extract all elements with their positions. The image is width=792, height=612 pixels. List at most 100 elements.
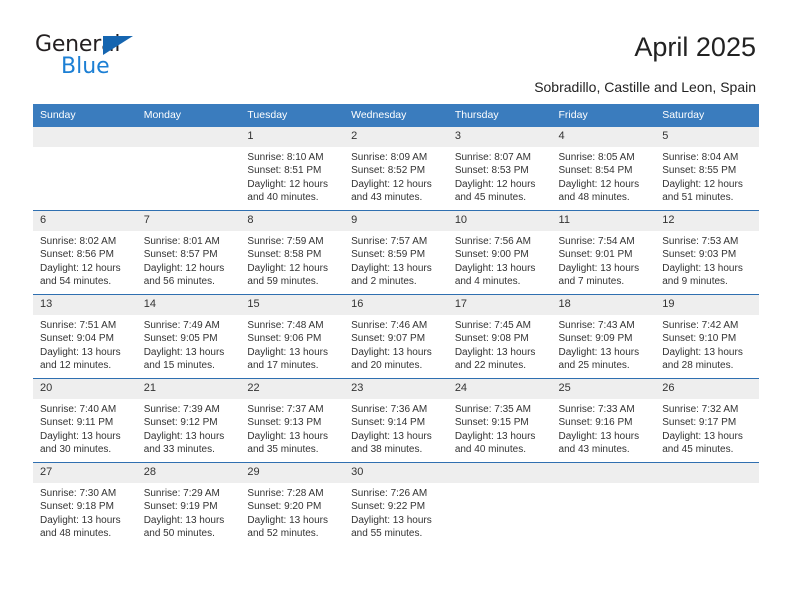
calendar-day-cell[interactable]: 14 Sunrise: 7:49 AM Sunset: 9:05 PM Dayligh… (136, 294, 241, 379)
daylight-duration-line2: and 9 minutes. (662, 276, 728, 288)
calendar-day-cell[interactable]: 27 Sunrise: 7:30 AM Sunset: 9:18 PM Dayligh… (33, 462, 137, 546)
daylight-duration-line1: Daylight: 13 hours (247, 514, 329, 526)
daylight-duration-line2: and 55 minutes. (351, 528, 423, 540)
daylight-duration-line2: and 54 minutes. (40, 276, 112, 288)
calendar-week-row: 20 Sunrise: 7:40 AM Sunset: 9:11 PM Dayligh… (33, 378, 759, 463)
daylight-duration-line2: and 30 minutes. (40, 444, 112, 456)
sunrise-time: Sunrise: 7:29 AM (143, 488, 220, 499)
day-details: Sunrise: 7:35 AM Sunset: 9:15 PM Daylight:… (448, 399, 552, 457)
daylight-duration-line2: and 15 minutes. (143, 360, 215, 372)
sunset-time: Sunset: 9:00 PM (454, 249, 529, 261)
sunset-time: Sunset: 9:13 PM (247, 417, 322, 429)
day-details: Sunrise: 8:01 AM Sunset: 8:57 PM Daylight:… (137, 231, 241, 289)
daylight-duration-line1: Daylight: 12 hours (558, 178, 640, 190)
daylight-duration-line2: and 50 minutes. (143, 528, 215, 540)
calendar-day-cell[interactable]: 8 Sunrise: 7:59 AM Sunset: 8:58 PM Daylight… (240, 210, 345, 295)
calendar-day-cell[interactable]: 2 Sunrise: 8:09 AM Sunset: 8:52 PM Daylight… (344, 127, 448, 211)
day-number: 14 (136, 295, 241, 315)
sunrise-time: Sunrise: 7:45 AM (454, 320, 531, 331)
calendar-day-cell[interactable]: 7 Sunrise: 8:01 AM Sunset: 8:57 PM Daylight… (136, 210, 241, 295)
calendar-day-cell[interactable]: 5 Sunrise: 8:04 AM Sunset: 8:55 PM Daylight… (655, 127, 759, 211)
calendar-day-cell[interactable]: 22 Sunrise: 7:37 AM Sunset: 9:13 PM Dayligh… (240, 378, 345, 463)
calendar-day-cell[interactable]: 20 Sunrise: 7:40 AM Sunset: 9:11 PM Dayligh… (33, 378, 137, 463)
day-details: Sunrise: 7:45 AM Sunset: 9:08 PM Daylight:… (448, 315, 552, 373)
sunset-time: Sunset: 9:09 PM (558, 333, 633, 345)
calendar-day-cell[interactable]: 24 Sunrise: 7:35 AM Sunset: 9:15 PM Dayligh… (447, 378, 552, 463)
calendar-day-cell[interactable]: 29 Sunrise: 7:28 AM Sunset: 9:20 PM Dayligh… (240, 462, 345, 546)
day-number: 20 (33, 379, 137, 399)
sunrise-time: Sunrise: 7:48 AM (247, 320, 324, 331)
daylight-duration-line2: and 59 minutes. (247, 276, 319, 288)
calendar-day-cell[interactable]: 3 Sunrise: 8:07 AM Sunset: 8:53 PM Daylight… (447, 127, 552, 211)
calendar-day-cell[interactable]: 25 Sunrise: 7:33 AM Sunset: 9:16 PM Dayligh… (551, 378, 656, 463)
sunrise-time: Sunrise: 7:40 AM (40, 404, 117, 415)
day-details: Sunrise: 7:43 AM Sunset: 9:09 PM Daylight:… (552, 315, 656, 373)
sunrise-time: Sunrise: 7:30 AM (40, 488, 117, 499)
calendar-day-cell[interactable]: 19 Sunrise: 7:42 AM Sunset: 9:10 PM Dayligh… (655, 294, 759, 379)
daylight-duration-line1: Daylight: 13 hours (351, 430, 432, 442)
sunrise-time: Sunrise: 7:54 AM (558, 236, 635, 247)
calendar-day-cell[interactable]: 17 Sunrise: 7:45 AM Sunset: 9:08 PM Dayligh… (447, 294, 552, 379)
daylight-duration-line2: and 40 minutes. (454, 444, 526, 456)
sunrise-time: Sunrise: 7:53 AM (662, 236, 739, 247)
day-number: 11 (551, 211, 656, 231)
calendar-day-cell[interactable]: 16 Sunrise: 7:46 AM Sunset: 9:07 PM Dayligh… (344, 294, 448, 379)
day-details: Sunrise: 7:42 AM Sunset: 9:10 PM Daylight:… (655, 315, 759, 373)
day-number: 28 (136, 463, 241, 483)
day-details: Sunrise: 7:53 AM Sunset: 9:03 PM Daylight:… (655, 231, 759, 289)
sunrise-time: Sunrise: 8:01 AM (143, 236, 220, 247)
daylight-duration-line1: Daylight: 13 hours (247, 430, 329, 442)
calendar-day-cell[interactable]: 11 Sunrise: 7:54 AM Sunset: 9:01 PM Dayligh… (551, 210, 656, 295)
sunrise-time: Sunrise: 7:59 AM (247, 236, 324, 247)
daylight-duration-line1: Daylight: 12 hours (247, 262, 329, 274)
weekday-header-wednesday: Wednesday (344, 104, 448, 127)
sunset-time: Sunset: 9:07 PM (351, 333, 426, 345)
daylight-duration-line2: and 22 minutes. (454, 360, 526, 372)
day-details: Sunrise: 7:59 AM Sunset: 8:58 PM Daylight:… (240, 231, 344, 289)
sunrise-time: Sunrise: 7:46 AM (351, 320, 428, 331)
daylight-duration-line1: Daylight: 13 hours (662, 430, 743, 442)
generalblue-logo[interactable]: General Blue (35, 32, 215, 86)
day-number: 12 (655, 211, 759, 231)
day-details: Sunrise: 7:51 AM Sunset: 9:04 PM Daylight:… (33, 315, 137, 373)
calendar-day-cell[interactable]: 13 Sunrise: 7:51 AM Sunset: 9:04 PM Dayligh… (33, 294, 137, 379)
daylight-duration-line1: Daylight: 12 hours (662, 178, 743, 190)
calendar-day-cell[interactable]: 21 Sunrise: 7:39 AM Sunset: 9:12 PM Dayligh… (136, 378, 241, 463)
calendar-week-row: 1 Sunrise: 8:10 AM Sunset: 8:51 PM Daylight… (33, 127, 759, 211)
day-number: 2 (344, 127, 448, 147)
calendar-day-cell[interactable]: 23 Sunrise: 7:36 AM Sunset: 9:14 PM Dayligh… (344, 378, 448, 463)
day-number (551, 463, 656, 483)
sunset-time: Sunset: 9:08 PM (454, 333, 529, 345)
sunrise-time: Sunrise: 7:42 AM (662, 320, 739, 331)
calendar-day-cell[interactable]: 1 Sunrise: 8:10 AM Sunset: 8:51 PM Daylight… (240, 127, 345, 211)
weekday-header-thursday: Thursday (447, 104, 552, 127)
day-details: Sunrise: 7:57 AM Sunset: 8:59 PM Daylight:… (344, 231, 448, 289)
daylight-duration-line1: Daylight: 13 hours (143, 430, 225, 442)
day-details: Sunrise: 8:04 AM Sunset: 8:55 PM Daylight:… (655, 147, 759, 205)
calendar-day-cell[interactable]: 15 Sunrise: 7:48 AM Sunset: 9:06 PM Dayligh… (240, 294, 345, 379)
weekday-header-row: Sunday Monday Tuesday Wednesday Thursday… (33, 104, 759, 127)
calendar-day-cell[interactable]: 18 Sunrise: 7:43 AM Sunset: 9:09 PM Dayligh… (551, 294, 656, 379)
sunrise-time: Sunrise: 7:35 AM (454, 404, 531, 415)
calendar-day-cell[interactable]: 12 Sunrise: 7:53 AM Sunset: 9:03 PM Dayligh… (655, 210, 759, 295)
sunset-time: Sunset: 9:05 PM (143, 333, 218, 345)
calendar-day-cell[interactable]: 4 Sunrise: 8:05 AM Sunset: 8:54 PM Daylight… (551, 127, 656, 211)
day-number: 8 (240, 211, 345, 231)
daylight-duration-line1: Daylight: 13 hours (351, 346, 432, 358)
calendar-day-cell[interactable]: 9 Sunrise: 7:57 AM Sunset: 8:59 PM Daylight… (344, 210, 448, 295)
sunset-time: Sunset: 8:51 PM (247, 165, 322, 177)
calendar-day-cell[interactable]: 6 Sunrise: 8:02 AM Sunset: 8:56 PM Daylight… (33, 210, 137, 295)
calendar-day-cell[interactable]: 26 Sunrise: 7:32 AM Sunset: 9:17 PM Dayligh… (655, 378, 759, 463)
day-number: 27 (33, 463, 137, 483)
sunrise-time: Sunrise: 7:51 AM (40, 320, 117, 331)
calendar-day-cell[interactable]: 28 Sunrise: 7:29 AM Sunset: 9:19 PM Dayligh… (136, 462, 241, 546)
daylight-duration-line1: Daylight: 13 hours (558, 262, 640, 274)
page-header: General Blue April 2025 Sobradillo, Cast… (0, 0, 792, 100)
calendar-day-cell[interactable]: 10 Sunrise: 7:56 AM Sunset: 9:00 PM Dayligh… (447, 210, 552, 295)
daylight-duration-line2: and 28 minutes. (662, 360, 734, 372)
day-number: 26 (655, 379, 759, 399)
sunset-time: Sunset: 8:57 PM (143, 249, 218, 261)
calendar-day-cell[interactable]: 30 Sunrise: 7:26 AM Sunset: 9:22 PM Dayligh… (344, 462, 448, 546)
day-details: Sunrise: 8:10 AM Sunset: 8:51 PM Daylight:… (240, 147, 344, 205)
day-number: 1 (240, 127, 345, 147)
